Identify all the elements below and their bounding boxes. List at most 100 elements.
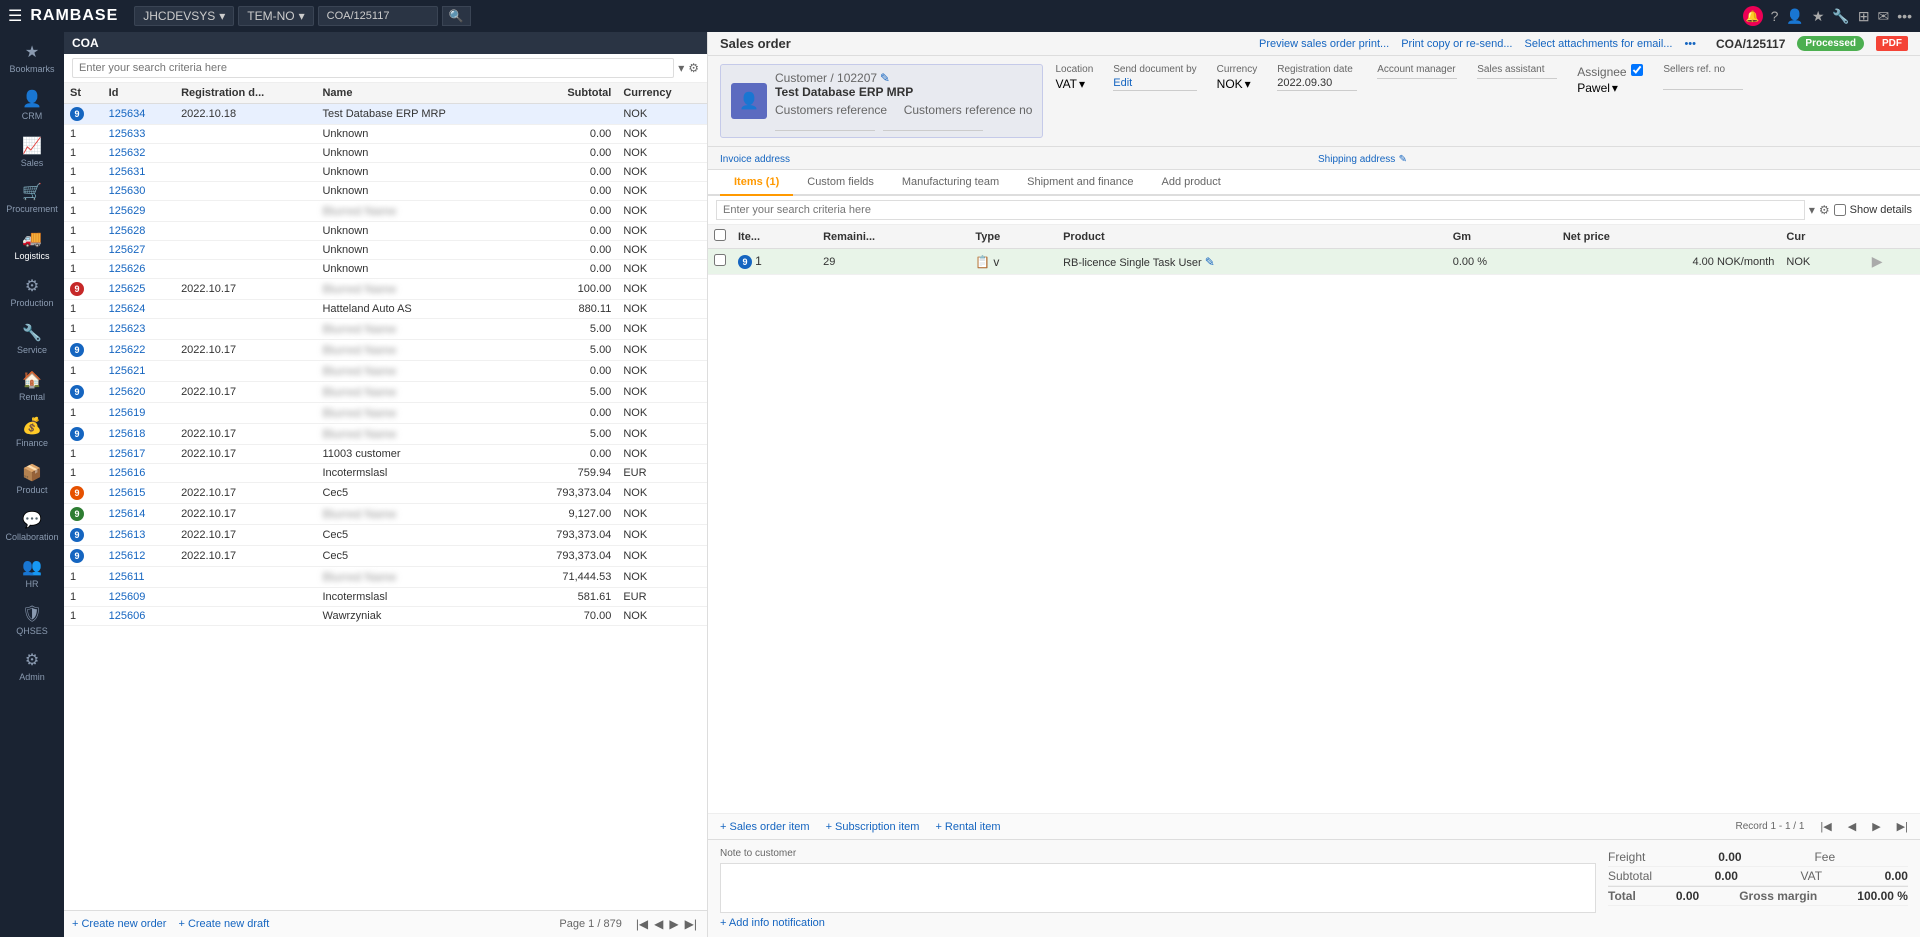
items-filter-icon[interactable]: ▾ [1809,203,1815,217]
sidebar-item-production[interactable]: ⚙ Production [0,270,64,315]
table-row[interactable]: 1 125606 Wawrzyniak 70.00 NOK [64,607,707,626]
user-icon[interactable]: 👤 [1786,8,1803,25]
table-row[interactable]: 1 125623 Blurred Name 5.00 NOK [64,319,707,340]
items-settings-icon[interactable]: ⚙ [1819,203,1830,217]
item-check[interactable] [708,249,732,275]
more-actions-link[interactable]: ••• [1684,38,1696,50]
table-row[interactable]: 1 125611 Blurred Name 71,444.53 NOK [64,567,707,588]
add-rental-button[interactable]: + Rental item [935,821,1000,833]
sidebar-item-crm[interactable]: 👤 CRM [0,83,64,128]
sidebar-item-bookmarks[interactable]: ★ Bookmarks [0,36,64,81]
sidebar-item-product[interactable]: 📦 Product [0,457,64,502]
sidebar-item-rental[interactable]: 🏠 Rental [0,364,64,409]
list-search-input[interactable] [72,58,674,78]
sidebar-item-procurement[interactable]: 🛒 Procurement [0,176,64,221]
records-nav-next[interactable]: ▶ [1872,820,1880,833]
preview-print-link[interactable]: Preview sales order print... [1259,38,1389,50]
page-next[interactable]: ▶ [667,917,680,931]
env2-dropdown[interactable]: TEM-NO ▾ [238,6,313,26]
shipping-address-link[interactable]: Shipping address [1318,154,1395,165]
filter-icon[interactable]: ▾ [678,61,684,75]
page-last[interactable]: ▶| [683,917,699,931]
more-icon[interactable]: ••• [1897,8,1912,24]
nav-search-input[interactable] [318,6,438,26]
location-select[interactable]: VAT ▾ [1055,77,1093,91]
nav-search-button[interactable]: 🔍 [442,6,471,26]
table-row[interactable]: 9 125613 2022.10.17 Cec5 793,373.04 NOK [64,525,707,546]
sidebar-item-logistics[interactable]: 🚚 Logistics [0,223,64,268]
create-draft-button[interactable]: + Create new draft [178,918,269,930]
sidebar-item-admin[interactable]: ⚙ Admin [0,644,64,689]
table-row[interactable]: 9 1 29 📋 v RB-licence Single Task User [708,249,1920,275]
table-row[interactable]: 9 125634 2022.10.18 Test Database ERP MR… [64,104,707,125]
table-row[interactable]: 1 125621 Blurred Name 0.00 NOK [64,361,707,382]
table-row[interactable]: 1 125624 Hatteland Auto AS 880.11 NOK [64,300,707,319]
select-attachments-link[interactable]: Select attachments for email... [1525,38,1673,50]
invoice-address-link[interactable]: Invoice address [720,154,790,165]
assignee-select[interactable]: Pawel ▾ [1577,81,1643,95]
sellers-ref-input[interactable] [1663,77,1743,90]
table-row[interactable]: 1 125629 Blurred Name 0.00 NOK [64,201,707,222]
table-row[interactable]: 1 125630 Unknown 0.00 NOK [64,182,707,201]
sidebar-item-hr[interactable]: 👥 HR [0,551,64,596]
hamburger-icon[interactable]: ☰ [8,6,22,26]
create-order-button[interactable]: + Create new order [72,918,166,930]
add-so-item-button[interactable]: + Sales order item [720,821,810,833]
shipping-edit-icon[interactable]: ✎ [1399,154,1407,165]
grid-icon[interactable]: ⊞ [1858,8,1870,25]
settings-icon[interactable]: 🔧 [1832,8,1849,25]
tab-add-product[interactable]: Add product [1148,170,1235,196]
table-row[interactable]: 1 125619 Blurred Name 0.00 NOK [64,403,707,424]
help-icon[interactable]: ? [1771,8,1779,24]
tab-custom[interactable]: Custom fields [793,170,888,196]
records-nav-first[interactable]: |◀ [1820,820,1831,833]
customer-ref2-input[interactable] [883,119,983,131]
notifications-icon[interactable]: 🔔 [1743,6,1763,26]
table-row[interactable]: 9 125625 2022.10.17 Blurred Name 100.00 … [64,279,707,300]
add-subscription-button[interactable]: + Subscription item [826,821,920,833]
table-row[interactable]: 9 125620 2022.10.17 Blurred Name 5.00 NO… [64,382,707,403]
table-row[interactable]: 1 125631 Unknown 0.00 NOK [64,163,707,182]
currency-select[interactable]: NOK ▾ [1217,77,1258,91]
note-box[interactable] [720,863,1596,913]
sidebar-item-service[interactable]: 🔧 Service [0,317,64,362]
tab-items[interactable]: Items (1) [720,170,793,196]
item-expand[interactable]: ▶ [1866,249,1920,275]
table-row[interactable]: 1 125628 Unknown 0.00 NOK [64,222,707,241]
item-product-link[interactable]: ✎ [1205,255,1215,269]
tab-shipment[interactable]: Shipment and finance [1013,170,1147,196]
send-doc-link[interactable]: Edit [1113,77,1196,91]
page-first[interactable]: |◀ [634,917,650,931]
print-copy-link[interactable]: Print copy or re-send... [1401,38,1512,50]
tab-manufacturing[interactable]: Manufacturing team [888,170,1013,196]
records-nav-last[interactable]: ▶| [1897,820,1908,833]
assignee-checkbox[interactable] [1631,64,1643,76]
customer-ref-input[interactable] [775,119,875,131]
sidebar-item-collaboration[interactable]: 💬 Collaboration [0,504,64,549]
sidebar-item-finance[interactable]: 💰 Finance [0,410,64,455]
table-row[interactable]: 1 125632 Unknown 0.00 NOK [64,144,707,163]
table-row[interactable]: 9 125622 2022.10.17 Blurred Name 5.00 NO… [64,340,707,361]
table-row[interactable]: 9 125615 2022.10.17 Cec5 793,373.04 NOK [64,483,707,504]
sidebar-item-qhses[interactable]: 🛡 QHSES [0,598,64,643]
records-nav-prev[interactable]: ◀ [1848,820,1856,833]
table-row[interactable]: 9 125618 2022.10.17 Blurred Name 5.00 NO… [64,424,707,445]
add-notification-button[interactable]: + Add info notification [720,917,1596,929]
star-icon[interactable]: ★ [1812,8,1825,25]
table-row[interactable]: 9 125612 2022.10.17 Cec5 793,373.04 NOK [64,546,707,567]
table-row[interactable]: 9 125614 2022.10.17 Blurred Name 9,127.0… [64,504,707,525]
page-prev[interactable]: ◀ [652,917,665,931]
table-row[interactable]: 1 125633 Unknown 0.00 NOK [64,125,707,144]
items-search-input[interactable] [716,200,1805,220]
select-all-checkbox[interactable] [714,229,726,241]
table-row[interactable]: 1 125616 Incotermslasl 759.94 EUR [64,464,707,483]
env1-dropdown[interactable]: JHCDEVSYS ▾ [134,6,234,26]
show-details-checkbox[interactable] [1834,204,1846,216]
list-settings-icon[interactable]: ⚙ [688,61,699,75]
table-row[interactable]: 1 125617 2022.10.17 11003 customer 0.00 … [64,445,707,464]
sidebar-item-sales[interactable]: 📈 Sales [0,130,64,175]
table-row[interactable]: 1 125609 Incotermslasl 581.61 EUR [64,588,707,607]
table-row[interactable]: 1 125627 Unknown 0.00 NOK [64,241,707,260]
table-row[interactable]: 1 125626 Unknown 0.00 NOK [64,260,707,279]
mail-icon[interactable]: ✉ [1878,8,1890,25]
